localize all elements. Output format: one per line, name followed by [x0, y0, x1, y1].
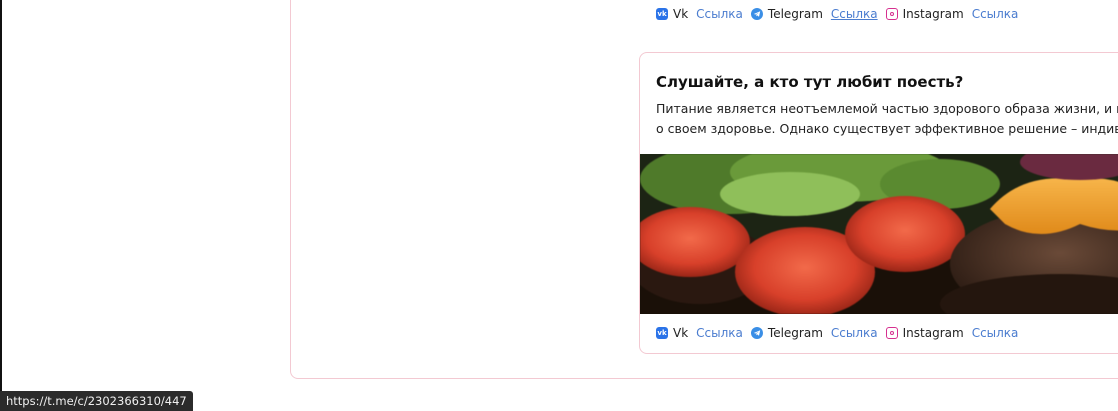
- telegram-label: Telegram: [767, 326, 823, 340]
- instagram-icon: [885, 8, 898, 20]
- telegram-label: Telegram: [767, 7, 823, 21]
- post-text-line: Питание является неотъемлемой частью здо…: [656, 101, 1118, 116]
- telegram-link[interactable]: Ссылка: [831, 7, 878, 21]
- telegram-icon: [750, 327, 763, 339]
- post-card: Слушайте, а кто тут любит поесть? Питани…: [639, 52, 1118, 354]
- burger-photo: [640, 154, 1118, 314]
- vk-icon: vk: [656, 8, 668, 20]
- instagram-label: Instagram: [902, 7, 964, 21]
- previous-post-social-row: vk Vk Ссылка Telegram Ссылка Instagram С…: [656, 7, 1026, 21]
- post-body-text: Питание является неотъемлемой частью здо…: [656, 99, 1118, 139]
- vk-label: Vk: [673, 7, 689, 21]
- instagram-icon: [885, 327, 898, 339]
- instagram-link[interactable]: Ссылка: [972, 7, 1019, 21]
- instagram-link[interactable]: Ссылка: [972, 326, 1019, 340]
- post-title: Слушайте, а кто тут любит поесть?: [656, 73, 964, 91]
- vk-link[interactable]: Ссылка: [696, 7, 743, 21]
- telegram-link[interactable]: Ссылка: [831, 326, 878, 340]
- instagram-label: Instagram: [902, 326, 964, 340]
- link-preview-status-bar: https://t.me/c/2302366310/447: [0, 391, 193, 411]
- window-left-edge: [0, 0, 2, 411]
- post-text-line: о своем здоровье. Однако существует эффе…: [656, 121, 1118, 136]
- vk-label: Vk: [673, 326, 689, 340]
- post-social-row: vk Vk Ссылка Telegram Ссылка Instagram С…: [656, 326, 1026, 340]
- telegram-icon: [750, 8, 763, 20]
- vk-icon: vk: [656, 327, 668, 339]
- post-image[interactable]: [640, 154, 1118, 314]
- vk-link[interactable]: Ссылка: [696, 326, 743, 340]
